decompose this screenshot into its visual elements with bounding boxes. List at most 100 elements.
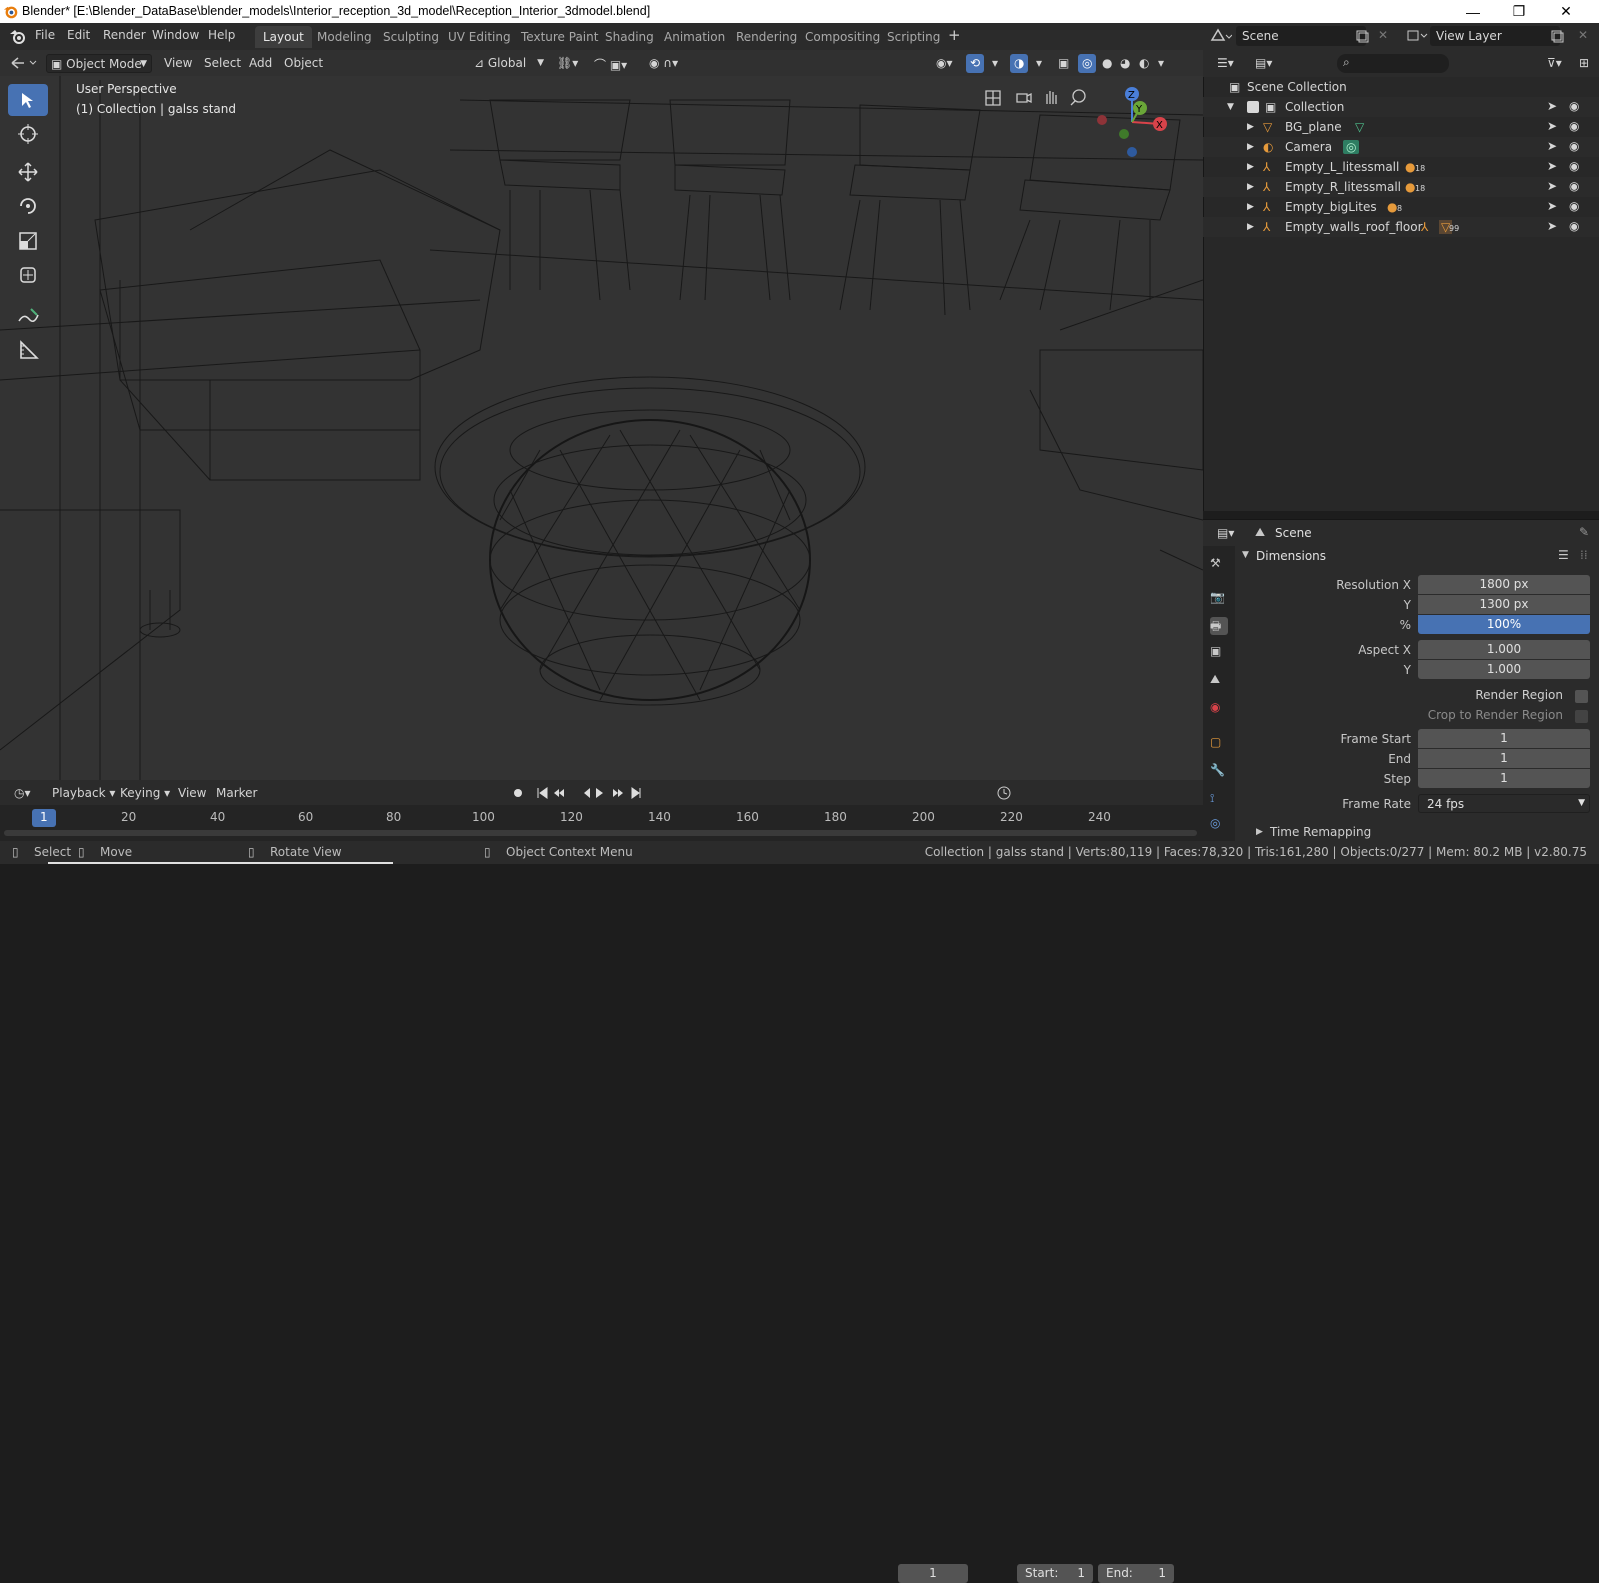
view-menu[interactable]: View (160, 54, 196, 73)
rotate-tool[interactable] (8, 190, 48, 222)
select-arrow-icon[interactable]: ➤ (1547, 139, 1563, 155)
expand-arrow-icon[interactable]: ▶ (1247, 182, 1254, 192)
add-menu[interactable]: Add (245, 54, 276, 73)
expand-arrow-icon[interactable]: ▶ (1247, 142, 1254, 152)
output-tab-icon[interactable]: 🖶 (1210, 617, 1228, 635)
expand-arrow-icon[interactable]: ▶ (1247, 222, 1254, 232)
tab-texture-paint[interactable]: Texture Paint (513, 26, 606, 48)
new-collection-icon[interactable]: ⊞ (1575, 54, 1593, 73)
menu-window[interactable]: Window (152, 28, 199, 42)
pin-icon[interactable]: ✎ (1579, 525, 1589, 539)
scene-field[interactable]: Scene (1236, 26, 1366, 46)
current-frame-field[interactable]: 1 (898, 1564, 968, 1583)
overlay-dropdown-icon[interactable]: ▾ (1032, 54, 1046, 73)
render-region-checkbox[interactable] (1575, 690, 1588, 703)
world-tab-icon[interactable]: ◉ (1210, 700, 1228, 718)
resolution-x-field[interactable]: 1800 px (1418, 575, 1590, 594)
transform-tool[interactable] (8, 259, 48, 291)
wireframe-shading-icon[interactable]: ◎ (1078, 54, 1097, 73)
eye-icon[interactable]: ◉ (1569, 199, 1585, 215)
time-remapping-panel-header[interactable]: ▶ Time Remapping (1256, 825, 1556, 841)
select-arrow-icon[interactable]: ➤ (1547, 219, 1563, 235)
outliner-item[interactable]: ▶ ⅄ Empty_R_litessmall ● 18 ➤ ◉ (1203, 177, 1599, 197)
add-workspace-button[interactable]: + (948, 26, 961, 44)
render-tab-icon[interactable]: 📷 (1210, 590, 1228, 608)
outliner-item[interactable]: ▶ ▽ BG_plane ▽ ➤ ◉ (1203, 117, 1599, 137)
material-shading-icon[interactable]: ◕ (1116, 54, 1134, 73)
proportional-edit-icon[interactable]: ◉ ∩▾ (645, 54, 682, 73)
visibility-icon[interactable]: ◉▾ (932, 54, 957, 73)
select-box-tool[interactable] (8, 84, 48, 116)
scene-icon[interactable] (1210, 28, 1232, 44)
aspect-x-field[interactable]: 1.000 (1418, 640, 1590, 659)
remove-view-layer-icon[interactable]: ✕ (1578, 28, 1588, 42)
tab-sculpting[interactable]: Sculpting (375, 26, 447, 48)
drag-handle-icon[interactable]: ⁞⁞ (1580, 548, 1588, 562)
remove-scene-icon[interactable]: ✕ (1378, 28, 1388, 42)
frame-end-field[interactable]: 1 (1418, 749, 1590, 768)
tab-layout[interactable]: Layout (255, 26, 312, 48)
menu-file[interactable]: File (35, 28, 55, 42)
timeline-view-menu[interactable]: View (174, 784, 210, 803)
outliner-item[interactable]: ▶ ⅄ Empty_walls_roof_floor ⅄ ▽ 99 ➤ ◉ (1203, 217, 1599, 237)
gizmo-dropdown-icon[interactable]: ▾ (988, 54, 1002, 73)
resolution-percent-field[interactable]: 100% (1418, 615, 1590, 634)
playback-menu[interactable]: Playback ▾ (48, 784, 119, 803)
copy-view-layer-icon[interactable] (1550, 29, 1564, 43)
move-tool[interactable] (8, 156, 48, 188)
cursor-tool[interactable] (8, 118, 48, 150)
expand-arrow-icon[interactable]: ▶ (1247, 202, 1254, 212)
tab-uv-editing[interactable]: UV Editing (440, 26, 519, 48)
frame-rate-dropdown[interactable]: 24 fps ▼ (1418, 794, 1590, 813)
preview-range-icon[interactable] (997, 786, 1011, 800)
gizmo-toggle-icon[interactable]: ⟲ (966, 54, 985, 73)
object-menu[interactable]: Object (280, 54, 327, 73)
maximize-button[interactable]: ❐ (1496, 0, 1542, 23)
tab-rendering[interactable]: Rendering (728, 26, 805, 48)
presets-list-icon[interactable]: ☰ (1558, 548, 1569, 562)
snap-icon[interactable]: ⌒ ▣▾ (590, 54, 631, 73)
outliner-editor-type-icon[interactable]: ☰▾ (1213, 54, 1238, 73)
outliner-item[interactable]: ▶ ⅄ Empty_bigLites ● 8 ➤ ◉ (1203, 197, 1599, 217)
annotate-tool[interactable] (8, 300, 48, 332)
select-menu[interactable]: Select (200, 54, 245, 73)
close-window-button[interactable]: ✕ (1543, 0, 1589, 23)
tab-compositing[interactable]: Compositing (797, 26, 888, 48)
overlay-toggle-icon[interactable]: ◑ (1010, 54, 1029, 73)
outliner-search-input[interactable]: ⌕ (1337, 54, 1449, 73)
rendered-shading-icon[interactable]: ◐ (1135, 54, 1153, 73)
select-arrow-icon[interactable]: ➤ (1547, 99, 1563, 115)
aspect-y-field[interactable]: 1.000 (1418, 660, 1590, 679)
collection-checkbox[interactable] (1247, 101, 1259, 113)
expand-arrow-icon[interactable]: ▼ (1227, 102, 1234, 112)
eye-icon[interactable]: ◉ (1569, 159, 1585, 175)
select-arrow-icon[interactable]: ➤ (1547, 119, 1563, 135)
scene-tab-icon[interactable]: ⛰ (1210, 672, 1228, 690)
view-layer-tab-icon[interactable]: ▣ (1210, 644, 1228, 662)
tab-animation[interactable]: Animation (656, 26, 733, 48)
end-frame-field[interactable]: End: 1 (1098, 1564, 1174, 1583)
keying-menu[interactable]: Keying ▾ (116, 784, 174, 803)
view-layer-field[interactable]: View Layer (1430, 26, 1560, 46)
eye-icon[interactable]: ◉ (1569, 99, 1585, 115)
crop-region-checkbox[interactable] (1575, 710, 1588, 723)
properties-editor-type-icon[interactable]: ▤▾ (1213, 524, 1238, 543)
start-frame-field[interactable]: Start: 1 (1017, 1564, 1093, 1583)
menu-render[interactable]: Render (103, 28, 146, 42)
axis-gizmo[interactable]: Z X Y (1092, 84, 1180, 164)
solid-shading-icon[interactable]: ● (1098, 54, 1116, 73)
frame-start-field[interactable]: 1 (1418, 729, 1590, 748)
blender-menu-icon[interactable] (9, 28, 27, 45)
frame-step-field[interactable]: 1 (1418, 769, 1590, 788)
tab-shading[interactable]: Shading (597, 26, 662, 48)
outliner-item[interactable]: ▶ ◐ Camera ◎ ➤ ◉ (1203, 137, 1599, 157)
constraint-tab-icon[interactable]: ⟟ (1210, 791, 1228, 809)
eye-icon[interactable]: ◉ (1569, 139, 1585, 155)
tab-modeling[interactable]: Modeling (309, 26, 380, 48)
select-arrow-icon[interactable]: ➤ (1547, 179, 1563, 195)
expand-arrow-icon[interactable]: ▶ (1247, 162, 1254, 172)
shading-dropdown-icon[interactable]: ▾ (1154, 54, 1168, 73)
outliner-collection[interactable]: ▼ ▣ Collection ➤ ◉ (1203, 97, 1599, 117)
resolution-y-field[interactable]: 1300 px (1418, 595, 1590, 614)
timeline-scrollbar[interactable] (4, 830, 1197, 836)
